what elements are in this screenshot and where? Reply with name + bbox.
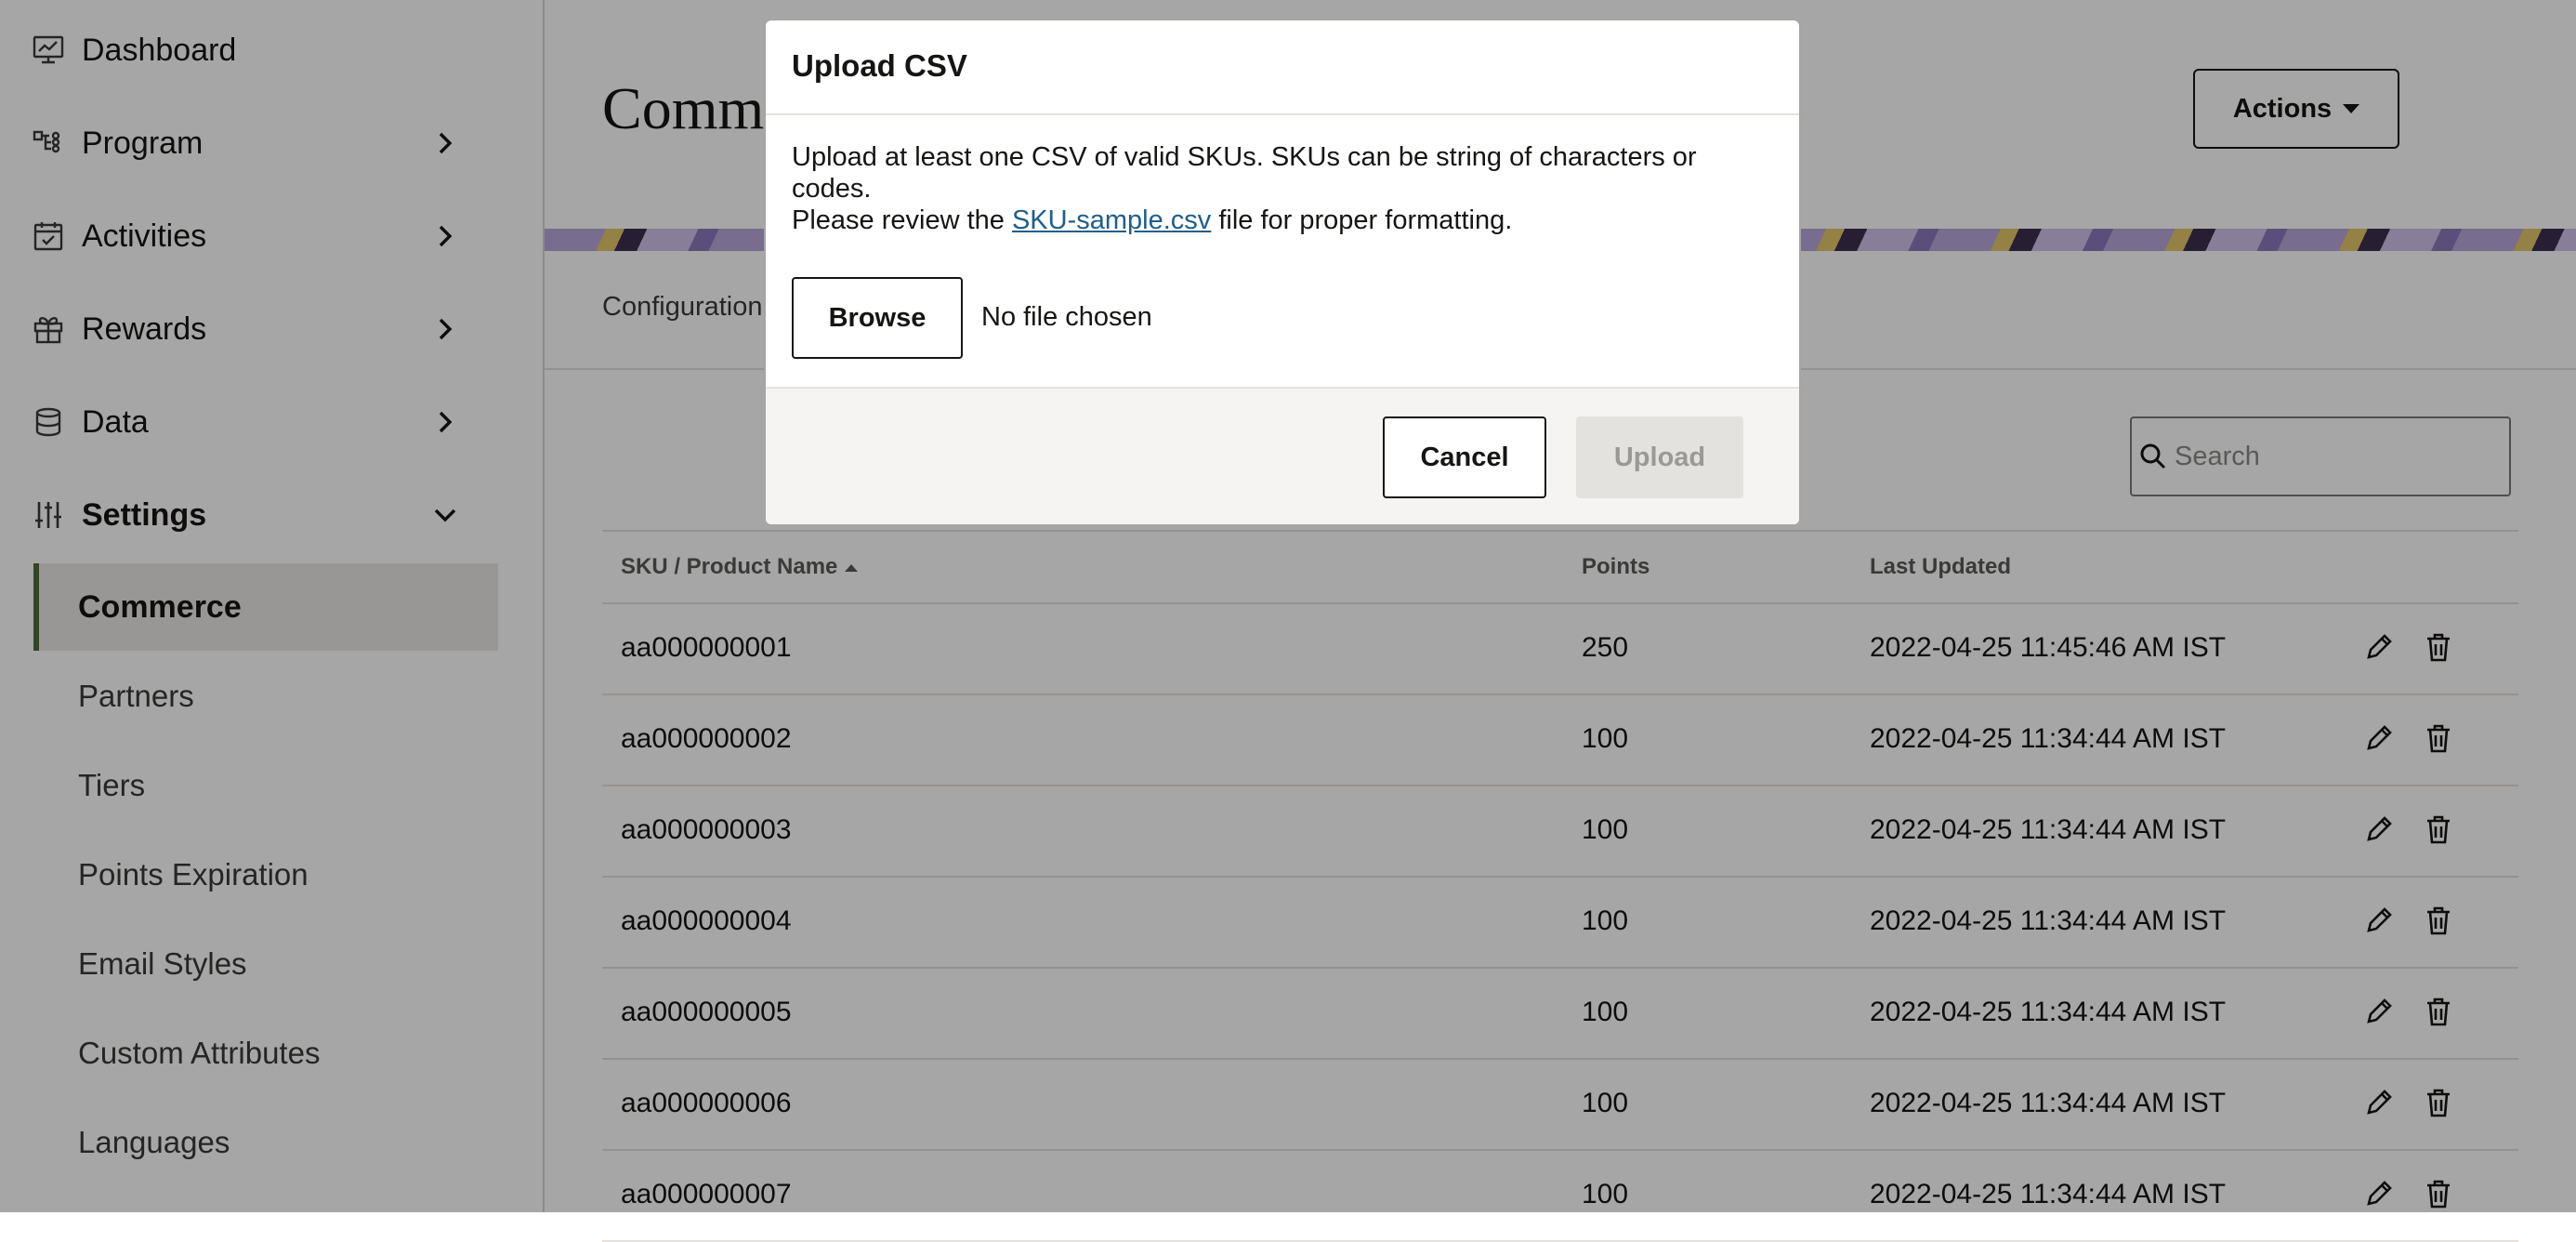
sku-sample-link[interactable]: SKU-sample.csv xyxy=(1012,205,1211,235)
dialog-text: file for proper formatting. xyxy=(1211,205,1513,235)
cancel-button[interactable]: Cancel xyxy=(1383,416,1546,498)
upload-csv-dialog: Upload CSV Upload at least one CSV of va… xyxy=(764,19,1801,526)
dialog-description-line2: Please review the SKU-sample.csv file fo… xyxy=(792,205,1777,236)
dialog-header: Upload CSV xyxy=(766,20,1799,115)
dialog-description-line1: Upload at least one CSV of valid SKUs. S… xyxy=(792,142,1697,204)
browse-button[interactable]: Browse xyxy=(792,277,963,359)
dialog-footer: Cancel Upload xyxy=(766,387,1799,524)
dialog-text: Please review the xyxy=(792,205,1012,235)
dialog-title: Upload CSV xyxy=(792,48,967,83)
dialog-description: Upload at least one CSV of valid SKUs. S… xyxy=(792,141,1777,236)
file-status-text: No file chosen xyxy=(981,302,1152,332)
upload-button[interactable]: Upload xyxy=(1576,416,1743,498)
